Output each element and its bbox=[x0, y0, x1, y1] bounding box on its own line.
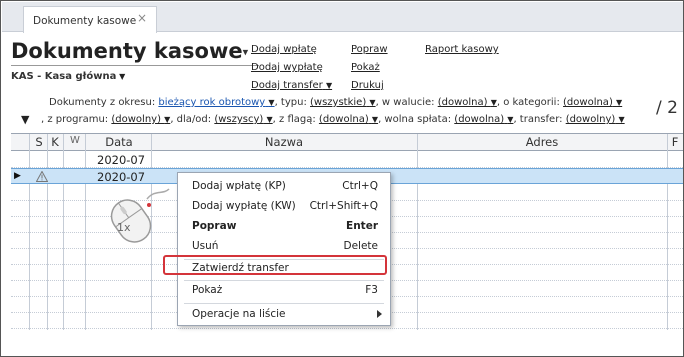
table-header: S K W Data Nazwa Adres F bbox=[11, 134, 683, 151]
flag-value: (dowolna) bbox=[318, 114, 369, 125]
filter-row-2: , z programu: (dowolny) ▼, dla/od: (wszy… bbox=[41, 114, 625, 125]
column-header-f[interactable]: F bbox=[667, 135, 683, 149]
column-header-w[interactable]: W bbox=[65, 135, 85, 146]
column-header-adres[interactable]: Adres bbox=[417, 135, 667, 149]
menu-item-shortcut: Ctrl+Q bbox=[342, 180, 378, 192]
menu-item-label: Usuń bbox=[192, 240, 219, 252]
row-pointer-icon: ▶ bbox=[14, 171, 21, 181]
menu-item-shortcut: F3 bbox=[365, 284, 378, 296]
menu-item-add-withdrawal[interactable]: Dodaj wypłatę (KW) Ctrl+Shift+Q bbox=[178, 197, 390, 217]
currency-filter[interactable]: (dowolna) ▼ bbox=[438, 97, 497, 108]
tab-dokumenty-kasowe[interactable]: Dokumenty kasowe × bbox=[23, 6, 157, 33]
register-selector[interactable]: KAS - Kasa główna ▼ bbox=[11, 71, 125, 82]
contractor-filter[interactable]: (wszyscy) ▼ bbox=[214, 114, 272, 125]
menu-item-show[interactable]: Pokaż F3 bbox=[178, 281, 390, 301]
cash-report-link[interactable]: Raport kasowy bbox=[425, 44, 499, 55]
contractor-value: (wszyscy) bbox=[214, 114, 264, 125]
category-value: (dowolna) bbox=[563, 97, 613, 108]
column-header-data[interactable]: Data bbox=[87, 135, 151, 149]
type-value: (wszystkie) bbox=[310, 97, 367, 108]
edit-link[interactable]: Popraw bbox=[351, 44, 388, 55]
column-header-k[interactable]: K bbox=[49, 135, 61, 149]
date-cell: 2020-07 bbox=[97, 170, 146, 184]
currency-label: , w walucie: bbox=[375, 97, 435, 108]
menu-item-shortcut: Delete bbox=[343, 240, 379, 252]
date-cell: 2020-07 bbox=[97, 153, 146, 167]
menu-item-shortcut: Ctrl+Shift+Q bbox=[309, 200, 378, 212]
highlight-box bbox=[163, 255, 387, 275]
program-value: (dowolny) bbox=[111, 114, 161, 125]
tab-bar: Dokumenty kasowe × bbox=[2, 2, 683, 33]
mouse-click-icon: 1x bbox=[110, 188, 170, 243]
page-indicator: / 2 bbox=[656, 98, 678, 118]
chevron-right-icon bbox=[377, 310, 382, 318]
transfer-filter[interactable]: (dowolny) ▼ bbox=[566, 114, 625, 125]
program-filter[interactable]: (dowolny) ▼ bbox=[111, 114, 170, 125]
period-filter[interactable]: bieżący rok obrotowy ▼ bbox=[158, 97, 274, 108]
title-divider bbox=[11, 65, 259, 66]
transfer-value: (dowolny) bbox=[565, 114, 616, 125]
flag-filter[interactable]: (dowolna) ▼ bbox=[319, 114, 378, 125]
chevron-down-icon: ▼ bbox=[618, 115, 625, 124]
column-header-nazwa[interactable]: Nazwa bbox=[151, 135, 417, 149]
category-filter[interactable]: (dowolna) ▼ bbox=[563, 97, 622, 108]
menu-item-label: Operacje na liście bbox=[192, 308, 286, 320]
tab-label: Dokumenty kasowe bbox=[33, 15, 137, 27]
mouse-badge: 1x bbox=[117, 221, 131, 234]
add-transfer-label: Dodaj transfer bbox=[251, 80, 323, 91]
chevron-down-icon: ▼ bbox=[616, 98, 623, 107]
table-row[interactable]: 2020-07 bbox=[11, 152, 683, 168]
menu-item-label: Dodaj wypłatę (KW) bbox=[192, 200, 296, 212]
warning-icon bbox=[36, 171, 48, 182]
menu-item-shortcut: Enter bbox=[346, 220, 378, 232]
chevron-down-icon: ▾ bbox=[242, 45, 249, 59]
period-value: bieżący rok obrotowy bbox=[158, 97, 266, 108]
program-label: , z programu: bbox=[41, 114, 109, 125]
menu-item-list-operations[interactable]: Operacje na liście bbox=[178, 305, 390, 325]
menu-item-label: Popraw bbox=[192, 220, 237, 232]
add-withdrawal-link[interactable]: Dodaj wypłatę bbox=[251, 62, 323, 73]
add-deposit-link[interactable]: Dodaj wpłatę bbox=[251, 44, 317, 55]
collapse-filters-icon[interactable]: ▼ bbox=[21, 113, 29, 126]
type-filter[interactable]: (wszystkie) ▼ bbox=[310, 97, 376, 108]
chevron-down-icon: ▼ bbox=[116, 72, 126, 81]
menu-item-delete[interactable]: Usuń Delete bbox=[178, 237, 390, 257]
currency-value: (dowolna) bbox=[437, 97, 488, 108]
column-header-s[interactable]: S bbox=[33, 135, 45, 149]
menu-item-label: Pokaż bbox=[192, 284, 223, 296]
context-menu: Dodaj wpłatę (KP) Ctrl+Q Dodaj wypłatę (… bbox=[177, 172, 391, 326]
flag-label: , z flagą: bbox=[272, 114, 316, 125]
menu-separator bbox=[184, 303, 384, 304]
type-label: , typu: bbox=[274, 97, 307, 108]
repayment-filter[interactable]: (dowolna) ▼ bbox=[454, 114, 513, 125]
menu-item-label: Dodaj wpłatę (KP) bbox=[192, 180, 286, 192]
show-link[interactable]: Pokaż bbox=[351, 62, 380, 73]
close-icon[interactable]: × bbox=[137, 11, 147, 25]
print-link[interactable]: Drukuj bbox=[351, 80, 384, 91]
repayment-value: (dowolna) bbox=[454, 114, 505, 125]
page-title[interactable]: Dokumenty kasowe▾ bbox=[11, 39, 248, 63]
contractor-label: , dla/od: bbox=[170, 114, 212, 125]
menu-item-add-deposit[interactable]: Dodaj wpłatę (KP) Ctrl+Q bbox=[178, 177, 390, 197]
period-label: Dokumenty z okresu: bbox=[49, 97, 156, 108]
page-title-text: Dokumenty kasowe bbox=[11, 39, 243, 63]
repayment-label: , wolna spłata: bbox=[378, 114, 452, 125]
menu-item-edit[interactable]: Popraw Enter bbox=[178, 217, 390, 237]
filter-row-1: Dokumenty z okresu: bieżący rok obrotowy… bbox=[49, 97, 622, 108]
add-transfer-link[interactable]: Dodaj transfer ▼ bbox=[251, 80, 332, 91]
category-label: , o kategorii: bbox=[496, 97, 560, 108]
chevron-down-icon: ▼ bbox=[325, 81, 333, 90]
transfer-label: , transfer: bbox=[513, 114, 563, 125]
register-label: KAS - Kasa główna bbox=[11, 71, 117, 82]
app-window: Dokumenty kasowe × Dokumenty kasowe▾ KAS… bbox=[0, 0, 684, 357]
